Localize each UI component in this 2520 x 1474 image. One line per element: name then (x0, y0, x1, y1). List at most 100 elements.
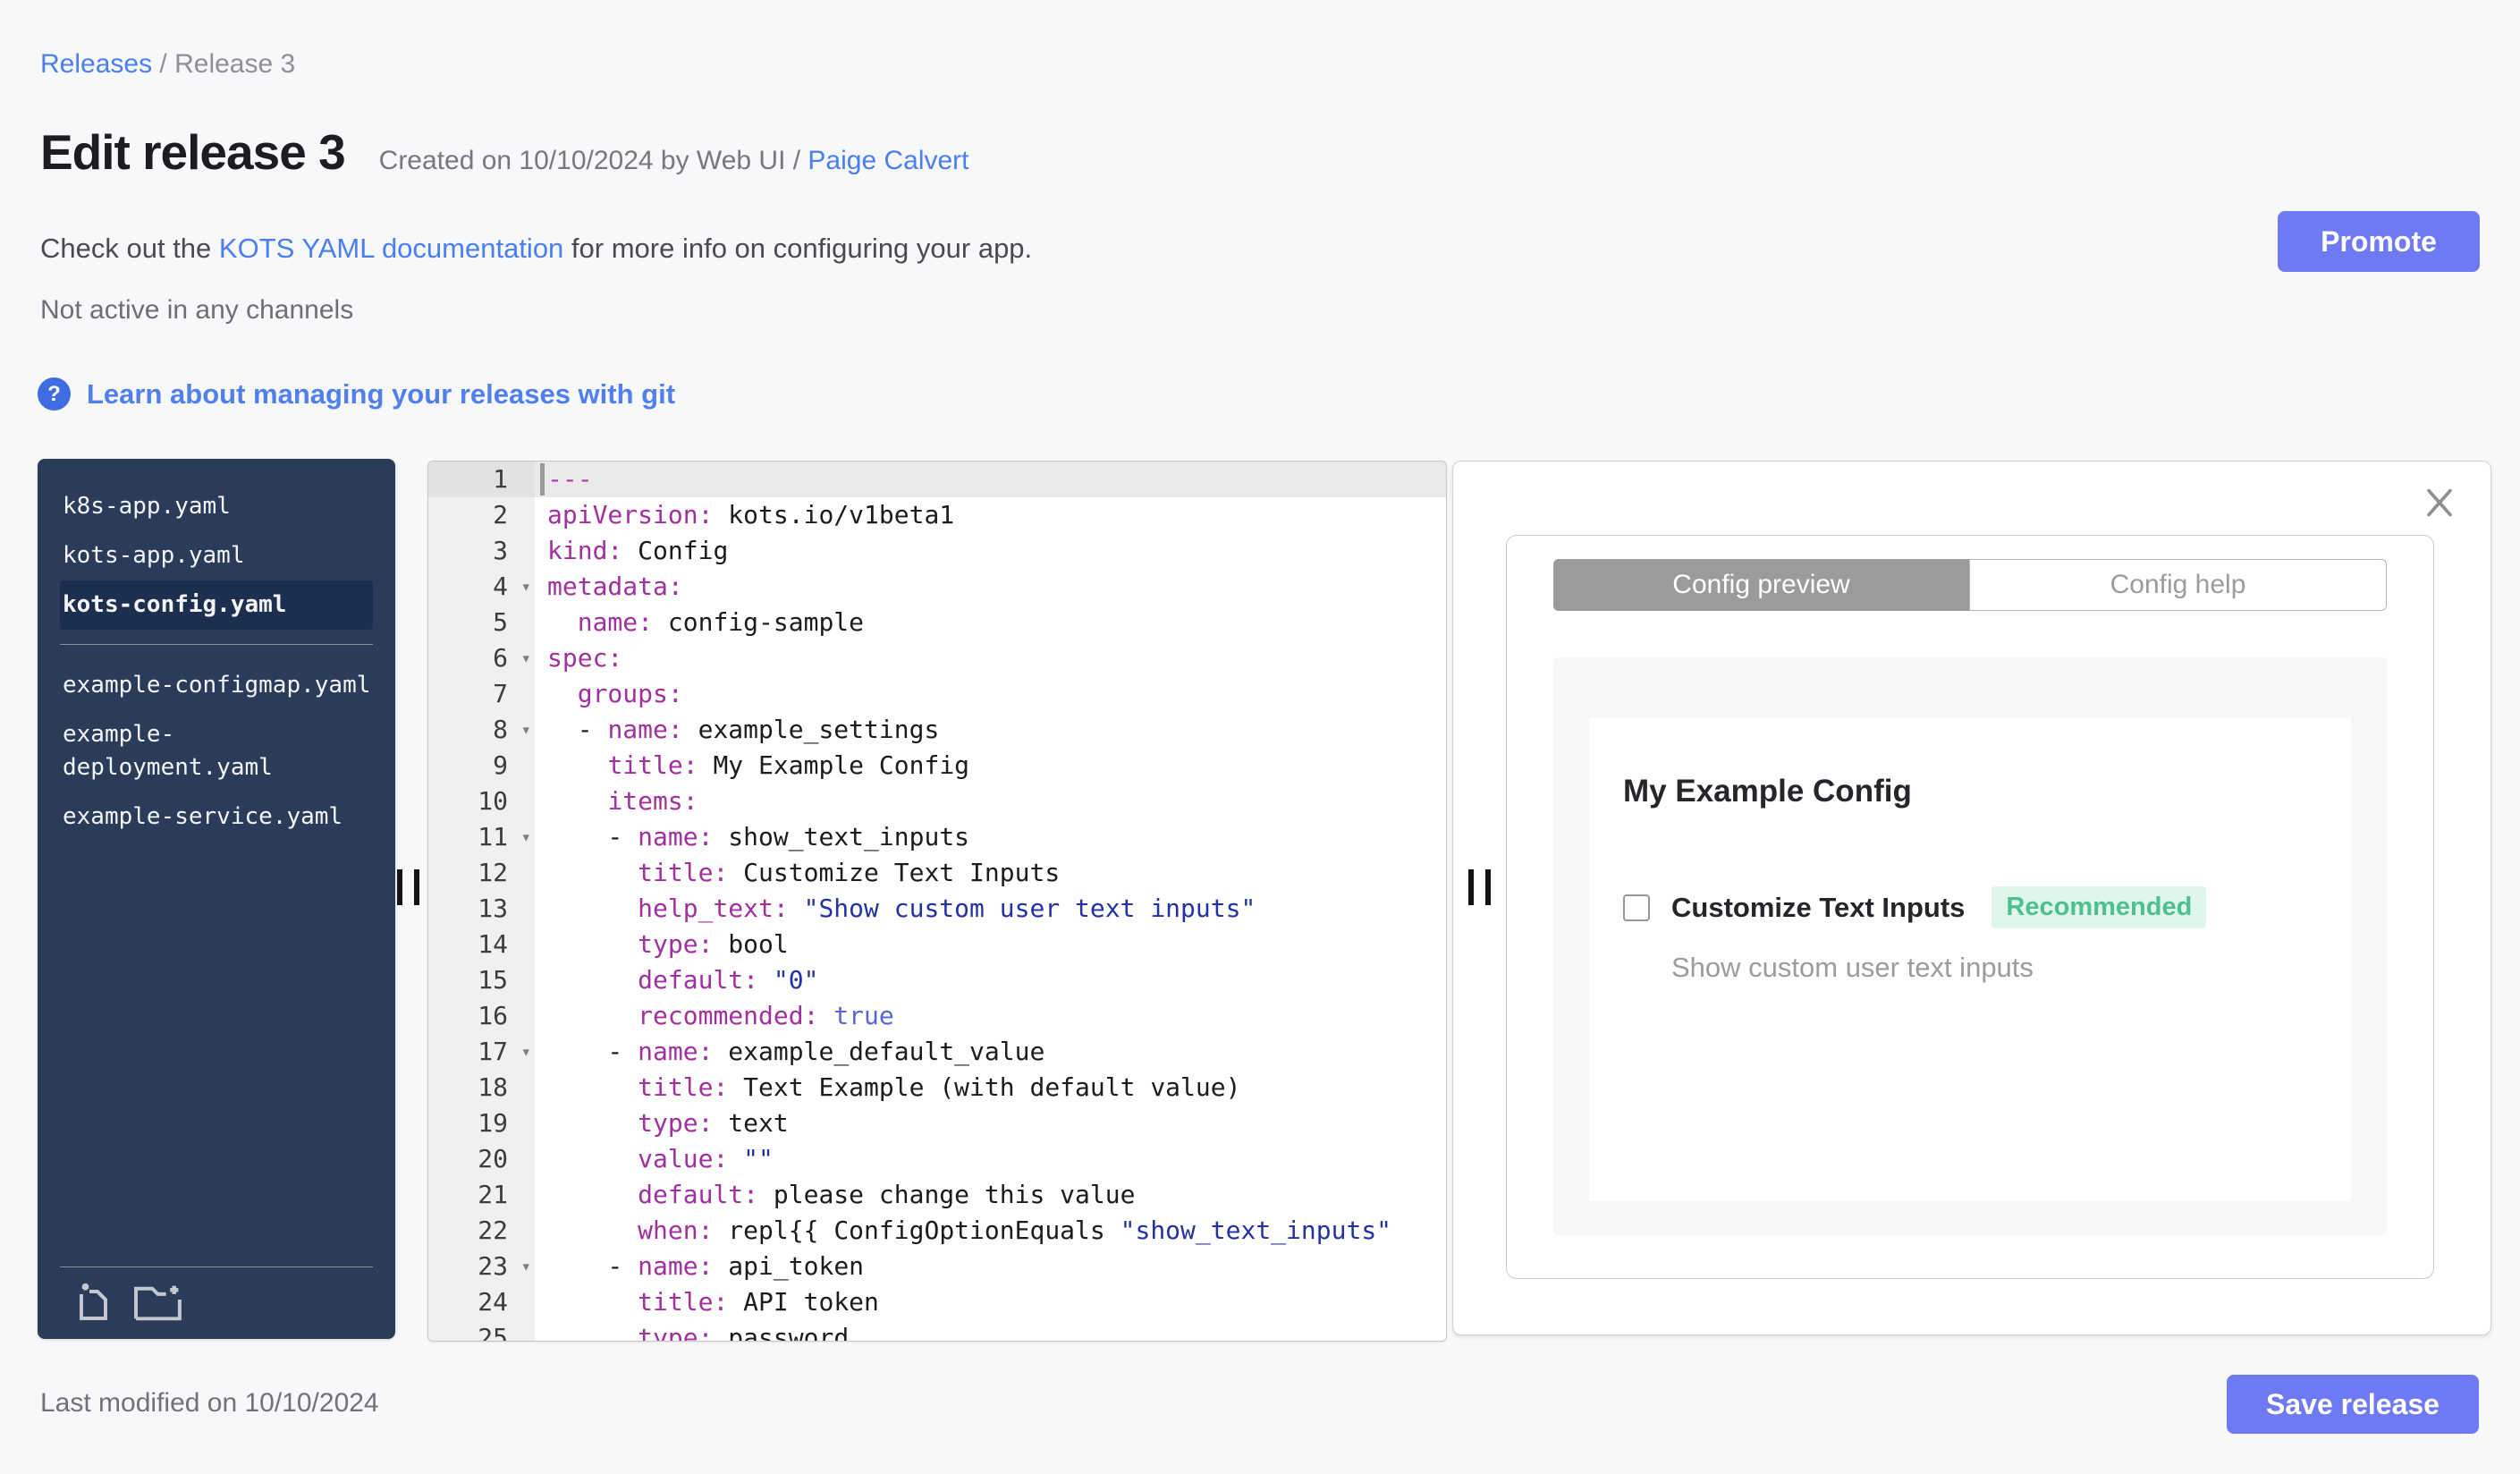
line-number[interactable]: 13 (428, 891, 535, 927)
code-text[interactable]: help_text: "Show custom user text inputs… (535, 891, 1446, 927)
line-number[interactable]: 21 (428, 1177, 535, 1213)
code-text[interactable]: type: bool (535, 927, 1446, 962)
line-number[interactable]: 16 (428, 998, 535, 1034)
code-line[interactable]: 24 title: API token (428, 1284, 1446, 1320)
line-number[interactable]: 4 ▾ (428, 569, 535, 605)
yaml-code-editor[interactable]: 1 --- 2 apiVersion: kots.io/v1beta1 3 kind: C… (427, 461, 1447, 1342)
question-mark-icon[interactable]: ? (38, 377, 71, 411)
line-number[interactable]: 14 (428, 927, 535, 962)
config-item-label[interactable]: Customize Text Inputs (1671, 892, 1965, 924)
code-line[interactable]: 16 recommended: true (428, 998, 1446, 1034)
code-line[interactable]: 6 ▾ spec: (428, 640, 1446, 676)
code-text[interactable]: apiVersion: kots.io/v1beta1 (535, 497, 1446, 533)
line-number[interactable]: 5 (428, 605, 535, 640)
line-number[interactable]: 12 (428, 855, 535, 891)
line-number[interactable]: 17 ▾ (428, 1034, 535, 1070)
code-line[interactable]: 10 items: (428, 784, 1446, 819)
sidebar-file-item[interactable]: kots-config.yaml (60, 580, 373, 630)
sidebar-file-item[interactable]: kots-app.yaml (60, 531, 373, 580)
code-text[interactable]: metadata: (535, 569, 1446, 605)
fold-arrow-icon[interactable]: ▾ (521, 640, 531, 676)
code-text[interactable]: items: (535, 784, 1446, 819)
code-text[interactable]: default: "0" (535, 962, 1446, 998)
code-line[interactable]: 8 ▾ - name: example_settings (428, 712, 1446, 748)
code-line[interactable]: 21 default: please change this value (428, 1177, 1446, 1213)
code-text[interactable]: - name: example_settings (535, 712, 1446, 748)
code-text[interactable]: when: repl{{ ConfigOptionEquals "show_te… (535, 1213, 1446, 1249)
line-number[interactable]: 19 (428, 1106, 535, 1141)
sidebar-file-item[interactable]: example-deployment.yaml (60, 710, 373, 792)
new-file-icon[interactable] (76, 1282, 114, 1323)
code-text[interactable]: groups: (535, 676, 1446, 712)
code-line[interactable]: 7 groups: (428, 676, 1446, 712)
code-line[interactable]: 17 ▾ - name: example_default_value (428, 1034, 1446, 1070)
code-line[interactable]: 12 title: Customize Text Inputs (428, 855, 1446, 891)
code-line[interactable]: 5 name: config-sample (428, 605, 1446, 640)
promote-button[interactable]: Promote (2278, 211, 2480, 272)
line-number[interactable]: 11 ▾ (428, 819, 535, 855)
sidebar-file-item[interactable]: example-configmap.yaml (60, 661, 373, 710)
code-line[interactable]: 20 value: "" (428, 1141, 1446, 1177)
code-line[interactable]: 3 kind: Config (428, 533, 1446, 569)
line-number[interactable]: 10 (428, 784, 535, 819)
fold-arrow-icon[interactable]: ▾ (521, 819, 531, 855)
line-number[interactable]: 18 (428, 1070, 535, 1106)
line-number[interactable]: 22 (428, 1213, 535, 1249)
line-number[interactable]: 9 (428, 748, 535, 784)
line-number[interactable]: 7 (428, 676, 535, 712)
code-line[interactable]: 22 when: repl{{ ConfigOptionEquals "show… (428, 1213, 1446, 1249)
git-releases-link[interactable]: Learn about managing your releases with … (87, 378, 675, 411)
customize-text-inputs-checkbox[interactable] (1623, 894, 1650, 921)
code-text[interactable]: title: API token (535, 1284, 1446, 1320)
code-text[interactable]: title: My Example Config (535, 748, 1446, 784)
line-number[interactable]: 25 (428, 1320, 535, 1341)
code-text[interactable]: type: password (535, 1320, 1446, 1341)
code-line[interactable]: 13 help_text: "Show custom user text inp… (428, 891, 1446, 927)
line-number[interactable]: 3 (428, 533, 535, 569)
code-line[interactable]: 14 type: bool (428, 927, 1446, 962)
code-text[interactable]: value: "" (535, 1141, 1446, 1177)
pane-resize-handle-left[interactable] (397, 869, 419, 905)
code-line[interactable]: 4 ▾ metadata: (428, 569, 1446, 605)
code-text[interactable]: recommended: true (535, 998, 1446, 1034)
line-number[interactable]: 2 (428, 497, 535, 533)
tab-config-help[interactable]: Config help (1969, 559, 2387, 611)
line-number[interactable]: 15 (428, 962, 535, 998)
code-line[interactable]: 2 apiVersion: kots.io/v1beta1 (428, 497, 1446, 533)
code-text[interactable]: - name: example_default_value (535, 1034, 1446, 1070)
code-text[interactable]: kind: Config (535, 533, 1446, 569)
fold-arrow-icon[interactable]: ▾ (521, 712, 531, 748)
close-icon[interactable] (2423, 487, 2457, 523)
tab-config-preview[interactable]: Config preview (1553, 559, 1969, 611)
line-number[interactable]: 6 ▾ (428, 640, 535, 676)
code-line[interactable]: 25 type: password (428, 1320, 1446, 1341)
code-text[interactable]: type: text (535, 1106, 1446, 1141)
line-number[interactable]: 24 (428, 1284, 535, 1320)
line-number[interactable]: 1 (428, 462, 535, 497)
code-text[interactable]: --- (535, 462, 1446, 497)
code-text[interactable]: - name: show_text_inputs (535, 819, 1446, 855)
fold-arrow-icon[interactable]: ▾ (521, 569, 531, 605)
sidebar-file-item[interactable]: example-service.yaml (60, 792, 373, 842)
breadcrumb-releases-link[interactable]: Releases (40, 49, 152, 79)
created-by-link[interactable]: Paige Calvert (808, 146, 968, 175)
line-number[interactable]: 23 ▾ (428, 1249, 535, 1284)
kots-yaml-doc-link[interactable]: KOTS YAML documentation (219, 233, 563, 264)
code-line[interactable]: 9 title: My Example Config (428, 748, 1446, 784)
code-text[interactable]: default: please change this value (535, 1177, 1446, 1213)
code-line[interactable]: 23 ▾ - name: api_token (428, 1249, 1446, 1284)
fold-arrow-icon[interactable]: ▾ (521, 1249, 531, 1284)
code-line[interactable]: 19 type: text (428, 1106, 1446, 1141)
code-line[interactable]: 11 ▾ - name: show_text_inputs (428, 819, 1446, 855)
code-line[interactable]: 18 title: Text Example (with default val… (428, 1070, 1446, 1106)
line-number[interactable]: 20 (428, 1141, 535, 1177)
code-text[interactable]: - name: api_token (535, 1249, 1446, 1284)
fold-arrow-icon[interactable]: ▾ (521, 1034, 531, 1070)
sidebar-file-item[interactable]: k8s-app.yaml (60, 482, 373, 531)
save-release-button[interactable]: Save release (2227, 1375, 2479, 1434)
code-line[interactable]: 1 --- (428, 462, 1446, 497)
code-line[interactable]: 15 default: "0" (428, 962, 1446, 998)
code-text[interactable]: name: config-sample (535, 605, 1446, 640)
line-number[interactable]: 8 ▾ (428, 712, 535, 748)
new-folder-icon[interactable] (133, 1282, 185, 1323)
